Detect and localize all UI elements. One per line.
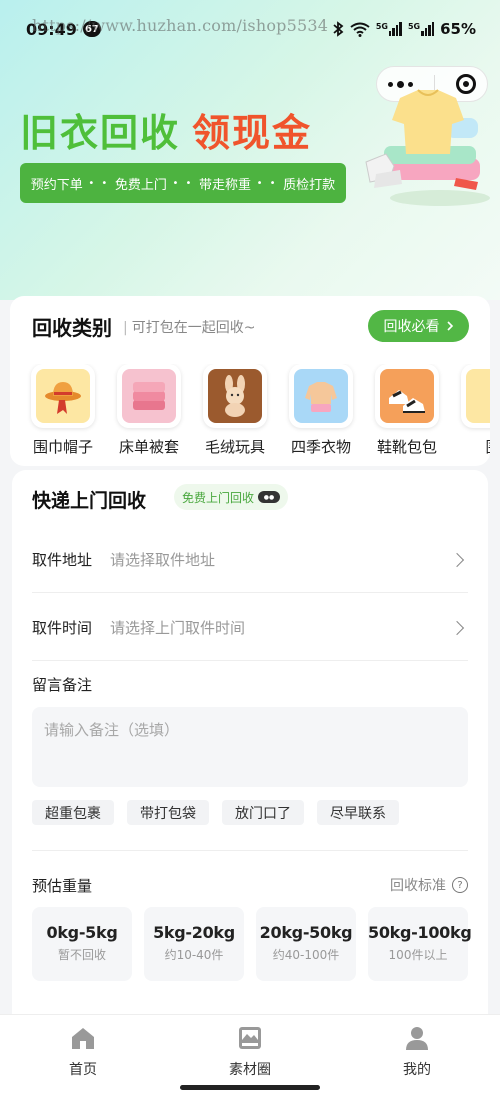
quick-tag[interactable]: 带打包袋 [127,800,209,825]
hero-step: 质检打款 [283,177,336,193]
category-item-hats[interactable]: 围巾帽子 [20,364,106,457]
category-label: 床单被套 [118,438,179,456]
standard-label: 回收标准 [390,878,446,894]
address-placeholder: 请选择取件地址 [110,551,216,569]
weight-option[interactable]: 50kg-100kg 100件以上 [368,907,472,981]
hero-title-main: 旧衣回收 [20,111,181,155]
subtitle-divider: | [123,320,128,336]
wifi-icon [350,22,370,37]
clothes-pile-illustration [365,89,490,206]
home-indicator [180,1085,320,1090]
tab-material[interactable]: 素材圈 [200,1025,300,1079]
battery-level: 65% [440,20,476,38]
weight-option[interactable]: 20kg-50kg 约40-100件 [256,907,356,981]
step-dots: • • [172,177,194,189]
section-divider [32,850,468,851]
recycle-standard-link[interactable]: 回收标准 ? [390,875,468,895]
hero-title: 旧衣回收 领现金 [20,102,312,157]
category-label: 围巾帽子 [32,438,93,456]
weight-option[interactable]: 5kg-20kg 约10-40件 [144,907,244,981]
category-item-bedsheets[interactable]: 床单被套 [106,364,192,457]
express-pickup-card: 快递上门回收 免费上门回收 ●● 取件地址 请选择取件地址 取件时间 请选择上门… [12,470,488,1030]
free-pickup-label: 免费上门回收 [182,490,255,505]
weight-range: 50kg-100kg [368,923,472,942]
tab-material-label: 素材圈 [229,1062,271,1078]
tab-home[interactable]: 首页 [33,1025,133,1079]
category-label: 围 [450,436,490,457]
quick-tag[interactable]: 放门口了 [222,800,304,825]
sneakers-icon [380,369,434,423]
category-card: 回收类别 | 可打包在一起回收~ 回收必看 围巾帽子 床单被套 毛绒玩具 四季衣… [10,296,490,466]
user-icon [406,1027,428,1050]
category-subtitle: | 可打包在一起回收~ [123,317,255,337]
note-input[interactable] [32,707,468,787]
weight-desc: 暂不回收 [57,948,106,962]
bedsheet-icon [122,369,176,423]
chevron-right-icon [449,620,465,635]
express-title: 快递上门回收 [32,490,147,512]
network-type-2: 5G [407,22,421,31]
category-title: 回收类别 [32,316,112,340]
hero-title-highlight: 领现金 [192,111,313,155]
sweater-icon [294,369,348,423]
question-icon: ? [452,877,468,893]
weight-range: 5kg-20kg [153,923,235,942]
chevron-right-icon [446,321,453,331]
hero-step: 免费上门 [114,177,167,193]
weight-desc: 约10-40件 [164,948,224,962]
more-item-icon [466,369,490,423]
category-label: 鞋靴包包 [376,438,437,456]
tab-home-label: 首页 [69,1062,97,1078]
category-item-plush[interactable]: 毛绒玩具 [192,364,278,457]
category-item-shoes-bags[interactable]: 鞋靴包包 [364,364,450,457]
tab-mine[interactable]: 我的 [367,1025,467,1079]
home-icon [72,1028,94,1049]
time-label: 取件时间 [32,619,93,637]
watermark: https://www.huzhan.com/ishop5534 [32,16,329,35]
hero-steps: 预约下单 • • 免费上门 • • 带走称重 • • 质检打款 [20,163,346,203]
weight-range: 0kg-5kg [46,923,118,942]
pickup-time-row[interactable]: 取件时间 请选择上门取件时间 [32,595,468,661]
quick-tags: 超重包裹 带打包袋 放门口了 尽早联系 [32,800,399,825]
chevron-right-icon [449,552,465,567]
time-placeholder: 请选择上门取件时间 [110,619,246,637]
weight-range: 20kg-50kg [259,923,353,942]
hero-step: 预约下单 [30,177,83,193]
weight-option[interactable]: 0kg-5kg 暂不回收 [32,907,132,981]
recycle-guide-button[interactable]: 回收必看 [368,310,469,342]
network-type: 5G [375,22,388,31]
hat-scarf-icon [36,369,90,423]
signal-icon-2: 5G [407,22,435,36]
gallery-icon [239,1027,261,1049]
tab-mine-label: 我的 [403,1062,431,1078]
quick-tag[interactable]: 尽早联系 [317,800,399,825]
recycle-guide-label: 回收必看 [383,319,440,335]
step-dots: • • [88,177,110,189]
category-item-more[interactable]: 围 [450,364,490,457]
pickup-address-row[interactable]: 取件地址 请选择取件地址 [32,527,468,593]
courier-logo-icon: ●● [258,491,281,503]
signal-icon: 5G [376,22,402,36]
free-pickup-badge: 免费上门回收 ●● [174,484,289,510]
quick-tag[interactable]: 超重包裹 [32,800,114,825]
category-subtitle-text: 可打包在一起回收~ [131,320,256,336]
note-label: 留言备注 [32,676,93,694]
hero-step: 带走称重 [199,177,252,193]
category-label: 毛绒玩具 [204,438,265,456]
weight-desc: 约40-100件 [272,948,340,962]
address-label: 取件地址 [32,551,93,569]
category-label: 四季衣物 [290,438,351,456]
step-dots: • • [256,177,278,189]
bluetooth-icon [333,21,344,37]
weight-label: 预估重量 [32,877,93,895]
weight-options: 0kg-5kg 暂不回收 5kg-20kg 约10-40件 20kg-50kg … [32,907,472,981]
category-list: 围巾帽子 床单被套 毛绒玩具 四季衣物 鞋靴包包 [10,364,490,460]
weight-desc: 100件以上 [388,948,448,962]
plush-bunny-icon [208,369,262,423]
category-item-clothes[interactable]: 四季衣物 [278,364,364,457]
